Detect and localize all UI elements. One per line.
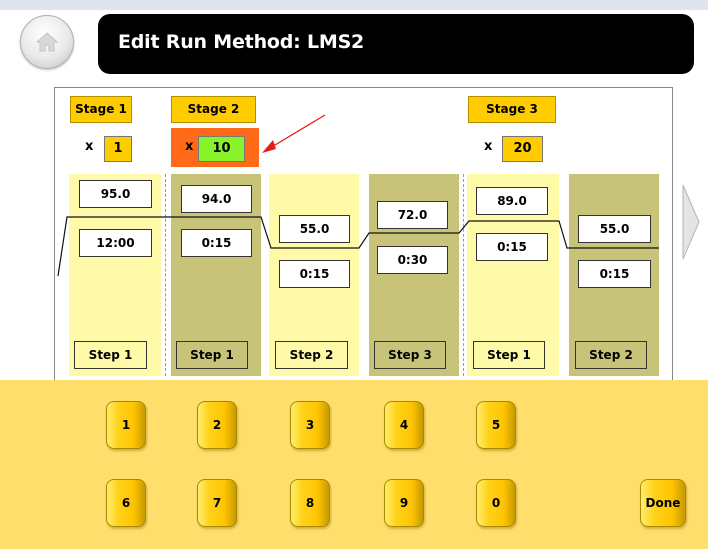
numeric-keypad: 1 2 3 4 5 6 7 8 9 0 Done — [0, 380, 708, 549]
next-page-arrow-icon[interactable] — [680, 183, 702, 261]
home-icon — [35, 32, 59, 52]
step-time-field[interactable]: 0:15 — [578, 260, 651, 288]
step-temp-field[interactable]: 95.0 — [79, 180, 152, 208]
home-button[interactable] — [20, 15, 74, 69]
key-1[interactable]: 1 — [106, 401, 146, 449]
step-temp-field[interactable]: 89.0 — [476, 187, 548, 215]
times-symbol: x — [85, 139, 94, 154]
step-button[interactable]: Step 1 — [74, 341, 147, 369]
step-button[interactable]: Step 1 — [176, 341, 248, 369]
stage-3-label[interactable]: Stage 3 — [468, 96, 556, 123]
stage-divider — [165, 174, 166, 376]
stage-1-label[interactable]: Stage 1 — [70, 96, 132, 123]
stage-2-label[interactable]: Stage 2 — [171, 96, 256, 123]
key-2[interactable]: 2 — [197, 401, 237, 449]
stage-1-repeat-field[interactable]: 1 — [104, 136, 132, 162]
step-time-field[interactable]: 0:15 — [279, 260, 350, 288]
stage-2-repeat-field[interactable]: 10 — [198, 136, 245, 162]
done-button[interactable]: Done — [640, 479, 686, 527]
key-5[interactable]: 5 — [476, 401, 516, 449]
key-6[interactable]: 6 — [106, 479, 146, 527]
key-8[interactable]: 8 — [290, 479, 330, 527]
step-temp-field[interactable]: 94.0 — [181, 185, 252, 213]
run-method-panel: Stage 1 Stage 2 Stage 3 x 1 x 10 x 20 95… — [54, 87, 673, 382]
step-button[interactable]: Step 2 — [575, 341, 647, 369]
key-4[interactable]: 4 — [384, 401, 424, 449]
key-9[interactable]: 9 — [384, 479, 424, 527]
stage-divider — [463, 174, 464, 376]
stage-3-repeat-field[interactable]: 20 — [502, 136, 543, 162]
top-band — [0, 0, 708, 10]
step-button[interactable]: Step 2 — [275, 341, 348, 369]
step-button[interactable]: Step 1 — [473, 341, 545, 369]
title-bar: Edit Run Method: LMS2 — [98, 14, 694, 74]
times-symbol: x — [484, 139, 493, 154]
step-time-field[interactable]: 0:15 — [181, 229, 252, 257]
key-7[interactable]: 7 — [197, 479, 237, 527]
page-title: Edit Run Method: LMS2 — [118, 31, 365, 53]
times-symbol: x — [185, 139, 194, 154]
step-time-field[interactable]: 0:15 — [476, 233, 548, 261]
step-temp-field[interactable]: 55.0 — [578, 215, 651, 243]
step-temp-field[interactable]: 55.0 — [279, 215, 350, 243]
step-time-field[interactable]: 12:00 — [79, 229, 152, 257]
step-button[interactable]: Step 3 — [374, 341, 446, 369]
key-3[interactable]: 3 — [290, 401, 330, 449]
step-temp-field[interactable]: 72.0 — [377, 201, 448, 229]
key-0[interactable]: 0 — [476, 479, 516, 527]
step-time-field[interactable]: 0:30 — [377, 246, 448, 274]
